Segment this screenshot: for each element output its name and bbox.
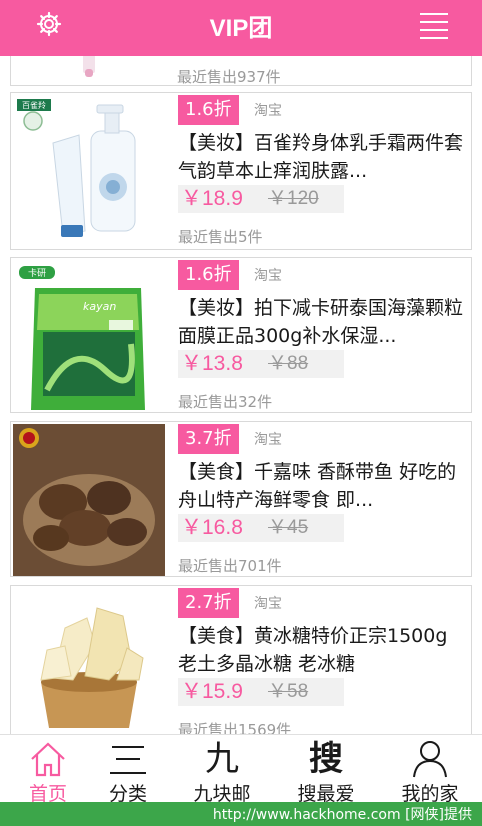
price-box: ￥13.8 ￥88	[178, 350, 344, 378]
product-image	[13, 424, 165, 576]
source-label: 淘宝	[254, 103, 282, 119]
product-image	[83, 56, 95, 77]
nine-icon: 九	[205, 739, 239, 779]
tab-my-home[interactable]: 我的家	[382, 735, 478, 805]
sold-count: 最近售出1569件	[178, 721, 292, 734]
product-card[interactable]: 3.7折 淘宝 【美食】千嘉味 香酥带鱼 好吃的舟山特产海鲜零食 即... ￥1…	[10, 421, 472, 577]
list-icon	[110, 746, 146, 774]
product-title[interactable]: 【美食】千嘉味 香酥带鱼 好吃的舟山特产海鲜零食 即...	[178, 458, 466, 514]
product-title[interactable]: 【美妆】拍下减卡研泰国海藻颗粒面膜正品300g补水保湿...	[178, 294, 466, 350]
discount-badge: 1.6折	[178, 95, 239, 125]
original-price: ￥58	[268, 681, 309, 702]
product-image	[13, 588, 165, 734]
svg-text:卡研: 卡研	[28, 267, 46, 279]
svg-text:kayan: kayan	[83, 300, 116, 313]
menu-icon[interactable]	[420, 12, 448, 39]
price: ￥15.9	[181, 680, 243, 703]
user-icon	[413, 741, 447, 778]
price: ￥13.8	[181, 352, 243, 375]
product-title[interactable]: 【美食】黄冰糖特价正宗1500g老土多晶冰糖 老冰糖	[178, 622, 466, 678]
tab-category[interactable]: 分类	[80, 735, 176, 805]
source-label: 淘宝	[254, 596, 282, 612]
tab-search[interactable]: 搜 搜最爱	[278, 735, 374, 805]
product-card[interactable]: 2.7折 淘宝 【美食】黄冰糖特价正宗1500g老土多晶冰糖 老冰糖 ￥15.9…	[10, 585, 472, 734]
watermark-text: http://www.hackhome.com [网侠]提供	[212, 807, 472, 823]
price-box: ￥15.9 ￥58	[178, 678, 344, 706]
tab-nine-yuan[interactable]: 九 九块邮	[174, 735, 270, 805]
search-icon: 搜	[309, 739, 343, 779]
top-bar: VIP团	[0, 0, 482, 56]
source-label: 淘宝	[254, 432, 282, 448]
product-image: 卡研 kayan	[13, 260, 165, 412]
product-title[interactable]: 【美妆】百雀羚身体乳手霜两件套 气韵草本止痒润肤露...	[178, 129, 466, 185]
original-price: ￥45	[268, 517, 309, 538]
product-list[interactable]: 最近售出937件 百雀羚 1.6折 淘宝 【美妆】百雀羚身体乳手霜两件套 气韵草…	[0, 56, 482, 734]
watermark-bar: http://www.hackhome.com [网侠]提供	[0, 802, 482, 826]
page-title: VIP团	[209, 15, 273, 42]
product-card-partial[interactable]: 最近售出937件	[10, 56, 472, 86]
sold-count: 最近售出5件	[178, 228, 263, 246]
sold-count: 最近售出937件	[177, 68, 281, 86]
bottom-tab-bar: 首页 分类 九 九块邮 搜 搜最爱 我的家	[0, 734, 482, 805]
product-card[interactable]: 百雀羚 1.6折 淘宝 【美妆】百雀羚身体乳手霜两件套 气韵草本止痒润肤露...…	[10, 92, 472, 250]
price: ￥18.9	[181, 187, 243, 210]
svg-text:百雀羚: 百雀羚	[22, 100, 46, 110]
sold-count: 最近售出701件	[178, 557, 282, 575]
discount-badge: 1.6折	[178, 260, 239, 290]
product-card[interactable]: 卡研 kayan 1.6折 淘宝 【美妆】拍下减卡研泰国海藻颗粒面膜正品300g…	[10, 257, 472, 413]
source-label: 淘宝	[254, 268, 282, 284]
price-box: ￥18.9 ￥120	[178, 185, 344, 213]
price: ￥16.8	[181, 516, 243, 539]
discount-badge: 3.7折	[178, 424, 239, 454]
price-box: ￥16.8 ￥45	[178, 514, 344, 542]
discount-badge: 2.7折	[178, 588, 239, 618]
home-icon	[31, 742, 65, 777]
product-image: 百雀羚	[13, 95, 165, 247]
sold-count: 最近售出32件	[178, 393, 273, 411]
original-price: ￥120	[268, 188, 319, 209]
original-price: ￥88	[268, 353, 309, 374]
